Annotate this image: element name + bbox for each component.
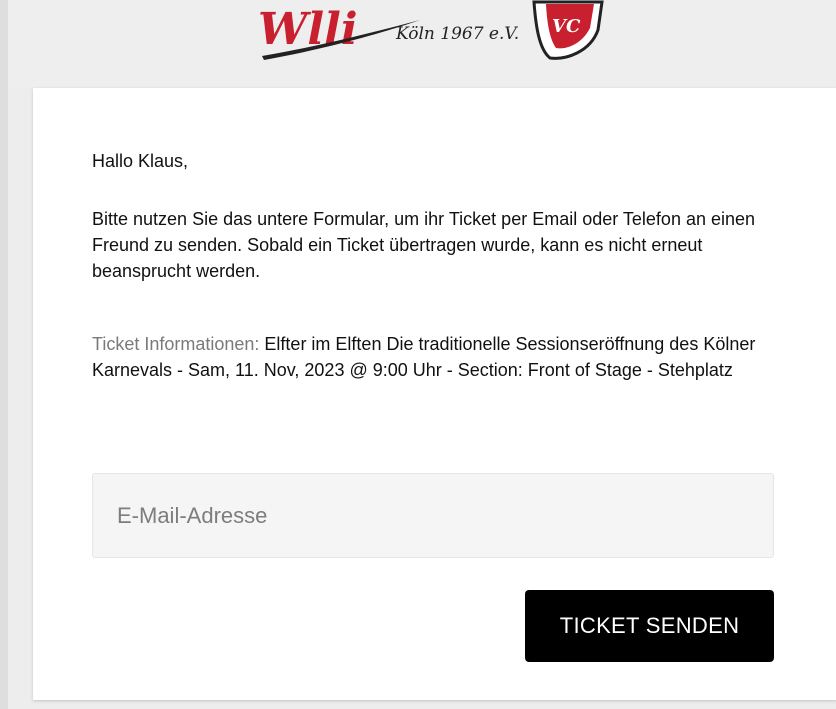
page-left-edge: [0, 0, 8, 709]
club-logo-graphic: Wlli Köln 1967 e.V. VC: [258, 0, 604, 60]
greeting-text: Hallo Klaus,: [92, 151, 189, 171]
send-ticket-button[interactable]: TICKET SENDEN: [525, 590, 774, 662]
ticket-info-label: Ticket Informationen:: [92, 334, 260, 354]
logo-emblem: VC: [532, 0, 604, 60]
ticket-transfer-card: Hallo Klaus, Bitte nutzen Sie das untere…: [33, 88, 836, 700]
email-field[interactable]: [92, 473, 774, 558]
logo-tagline: Köln 1967 e.V.: [395, 24, 519, 44]
intro-text: Bitte nutzen Sie das untere Formular, um…: [92, 209, 756, 281]
svg-text:VC: VC: [552, 16, 581, 37]
club-logo: Wlli Köln 1967 e.V. VC: [250, 0, 630, 70]
ticket-info: Ticket Informationen: Elfter im Elften D…: [92, 331, 782, 383]
